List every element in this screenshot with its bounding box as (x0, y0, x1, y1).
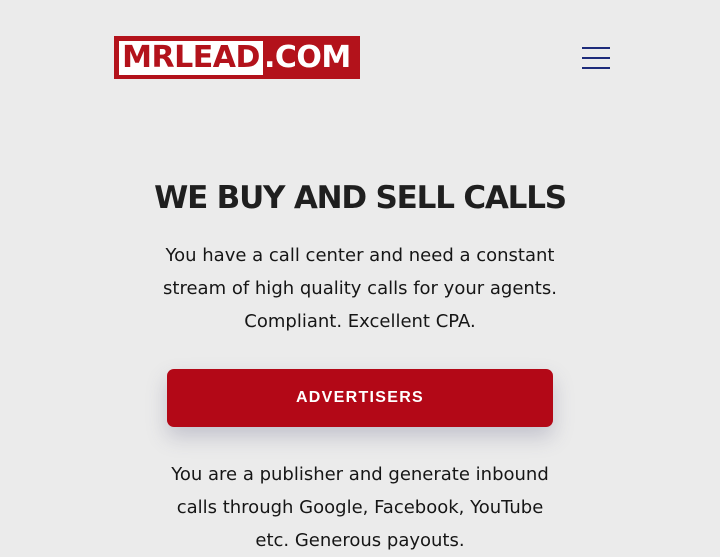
page-title: WE BUY AND SELL CALLS (154, 180, 567, 216)
menu-line (582, 67, 610, 69)
publisher-description: You are a publisher and generate inbound… (171, 464, 549, 551)
hamburger-menu-icon[interactable] (580, 44, 612, 72)
menu-line (582, 57, 610, 59)
site-logo[interactable]: MRLEAD .COM (114, 36, 360, 79)
advertiser-description: You have a call center and need a consta… (163, 245, 557, 332)
menu-line (582, 47, 610, 49)
logo-text-com: .COM (264, 39, 351, 75)
logo-white-box: MRLEAD (119, 39, 263, 75)
advertisers-button[interactable]: ADVERTISERS (167, 369, 553, 427)
logo-text-mrlead: MRLEAD (122, 39, 260, 75)
